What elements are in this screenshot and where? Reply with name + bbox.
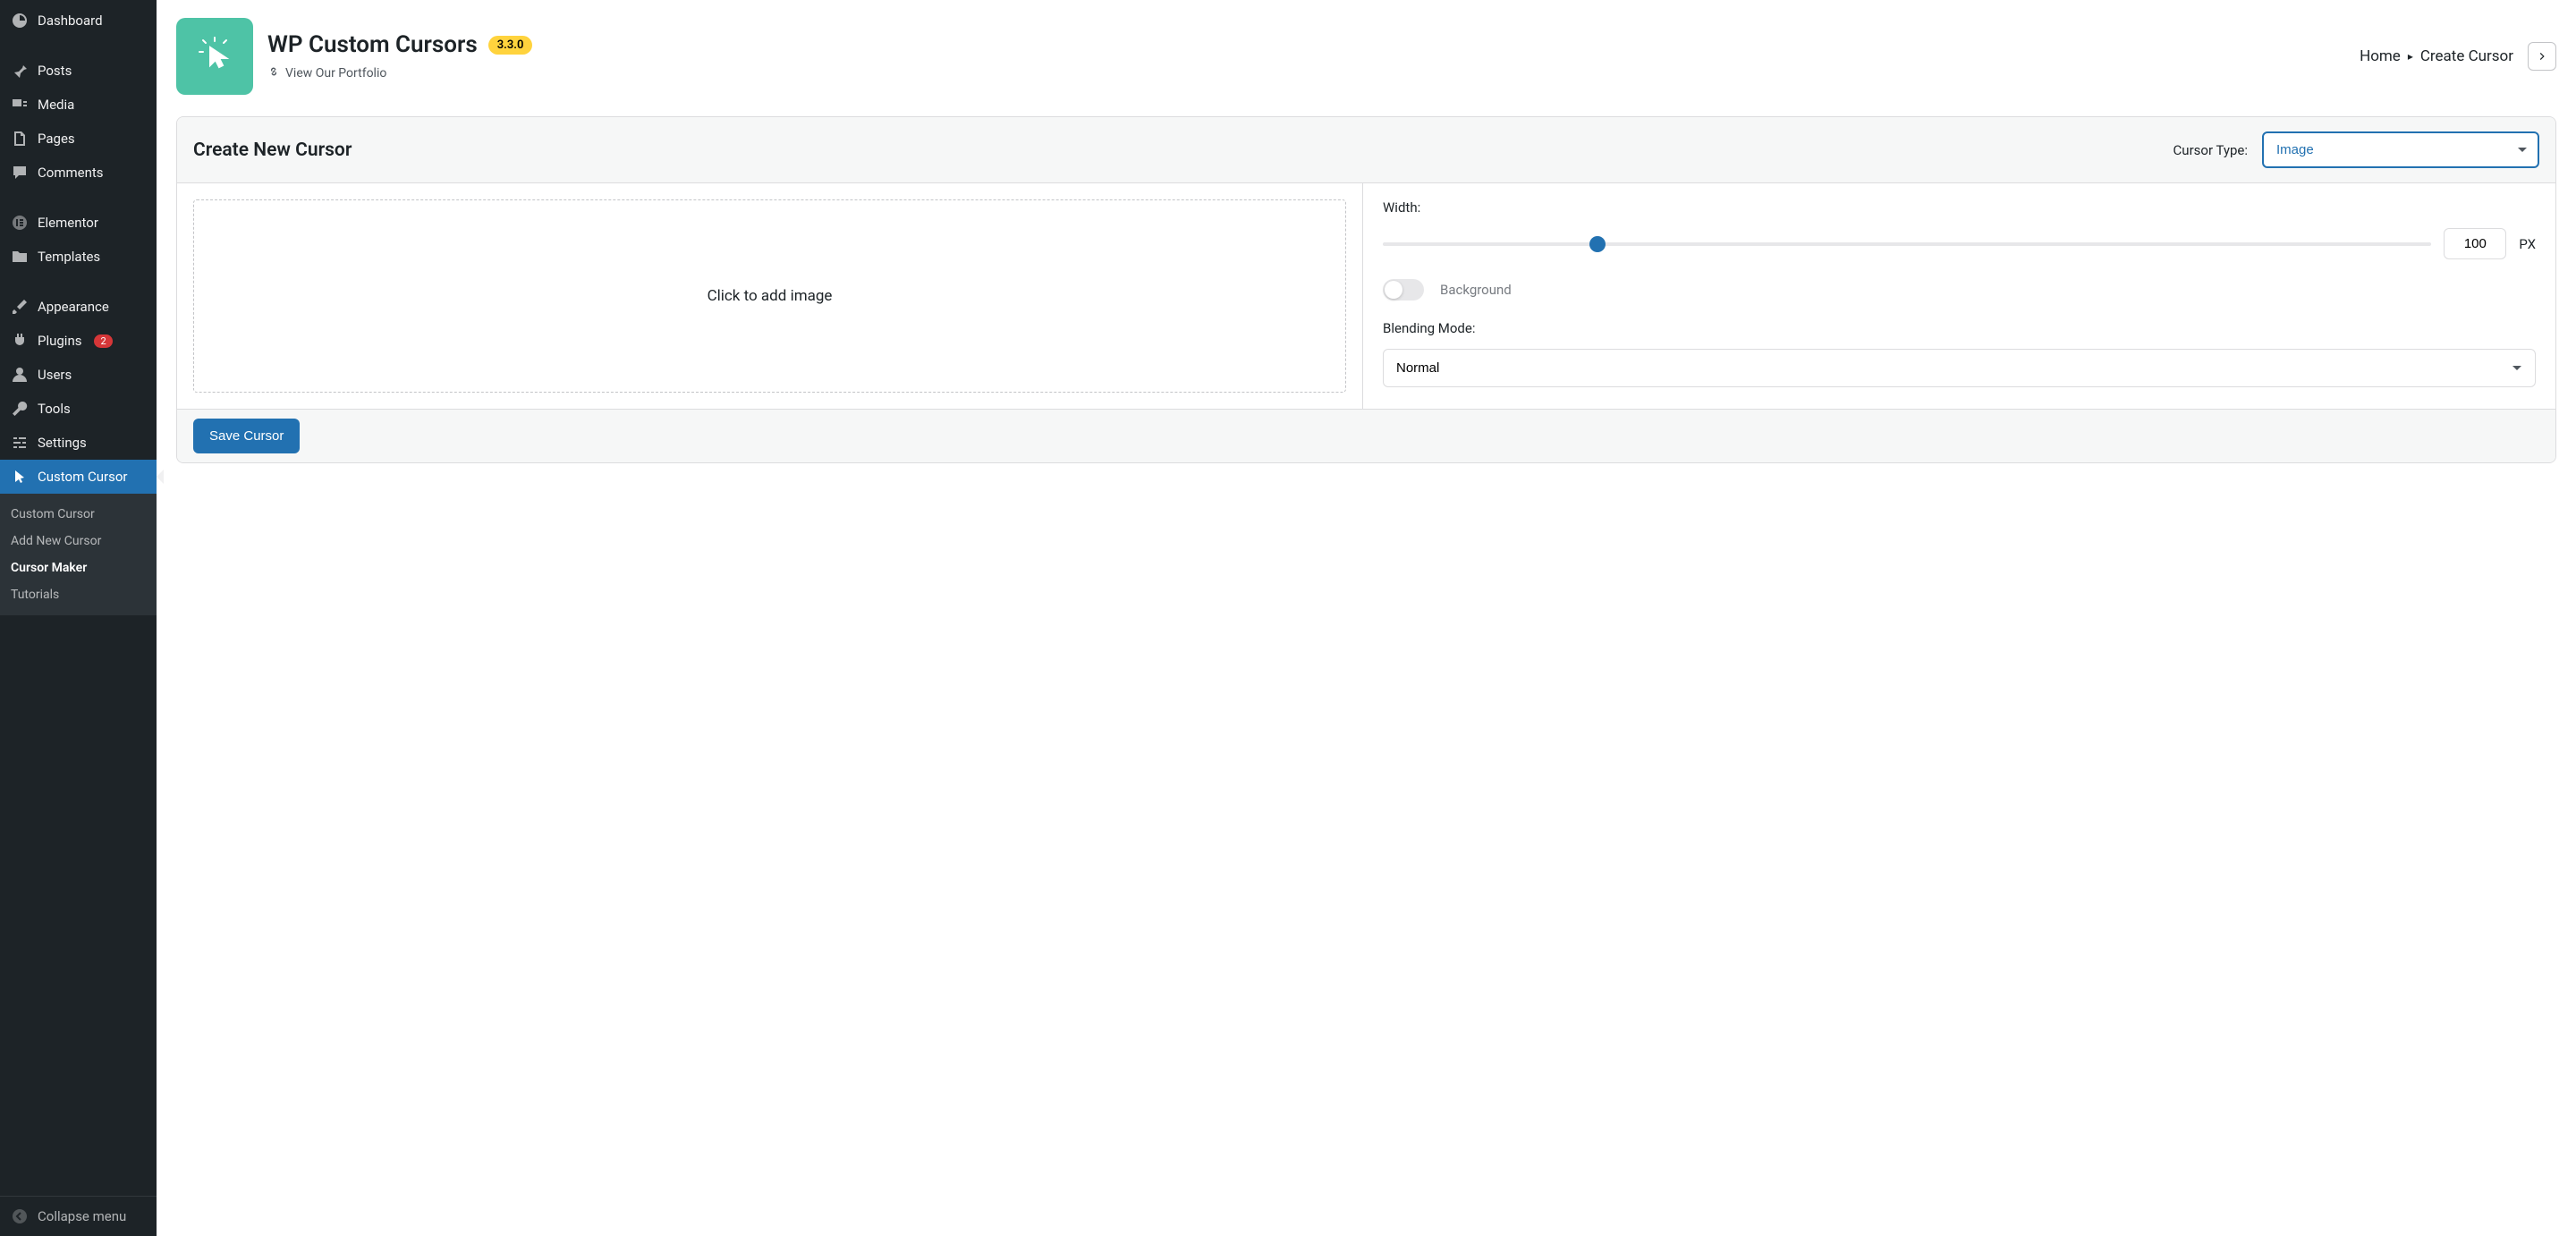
admin-sidebar: Dashboard Posts Media Pages Comments Ele…	[0, 0, 157, 1236]
next-button[interactable]	[2528, 42, 2556, 71]
menu-label: Pages	[38, 131, 75, 147]
image-placeholder-text: Click to add image	[708, 287, 833, 305]
menu-custom-cursor[interactable]: Custom Cursor	[0, 460, 157, 494]
menu-tools[interactable]: Tools	[0, 392, 157, 426]
menu-settings[interactable]: Settings	[0, 426, 157, 460]
page-icon	[11, 130, 29, 148]
media-icon	[11, 96, 29, 114]
image-panel: Click to add image	[177, 183, 1363, 409]
width-label: Width:	[1383, 199, 2536, 216]
pin-icon	[11, 62, 29, 80]
collapse-icon	[11, 1207, 29, 1225]
link-icon	[267, 65, 280, 81]
dashboard-icon	[11, 12, 29, 30]
menu-label: Tools	[38, 401, 71, 417]
plugins-badge: 2	[94, 334, 112, 348]
brush-icon	[11, 298, 29, 316]
width-slider[interactable]	[1383, 242, 2431, 246]
submenu-tutorials[interactable]: Tutorials	[0, 581, 157, 608]
toggle-knob	[1385, 281, 1402, 299]
background-toggle[interactable]	[1383, 279, 1424, 301]
card-title: Create New Cursor	[193, 140, 352, 161]
submenu: Custom Cursor Add New Cursor Cursor Make…	[0, 494, 157, 615]
blend-label: Blending Mode:	[1383, 320, 2536, 336]
folder-icon	[11, 248, 29, 266]
page-title: WP Custom Cursors	[267, 31, 478, 58]
menu-dashboard[interactable]: Dashboard	[0, 4, 157, 38]
menu-label: Dashboard	[38, 13, 103, 29]
settings-panel: Width: PX Background Blending Mode:	[1363, 183, 2555, 409]
cursor-card: Create New Cursor Cursor Type: Image Cli…	[176, 116, 2556, 463]
menu-posts[interactable]: Posts	[0, 54, 157, 88]
menu-label: Posts	[38, 63, 72, 79]
submenu-cursor-maker[interactable]: Cursor Maker	[0, 555, 157, 581]
page-header: WP Custom Cursors 3.3.0 View Our Portfol…	[176, 18, 2556, 95]
save-button[interactable]: Save Cursor	[193, 419, 300, 453]
plugin-logo	[176, 18, 253, 95]
menu-label: Custom Cursor	[38, 469, 127, 485]
collapse-label: Collapse menu	[38, 1208, 126, 1224]
elementor-icon	[11, 214, 29, 232]
cursor-type-select[interactable]: Image	[2262, 131, 2539, 168]
main-content: WP Custom Cursors 3.3.0 View Our Portfol…	[157, 0, 2576, 1236]
menu-label: Plugins	[38, 333, 81, 349]
breadcrumb-current: Create Cursor	[2420, 47, 2513, 65]
portfolio-label: View Our Portfolio	[285, 66, 386, 80]
breadcrumb: Home ▸ Create Cursor	[2360, 42, 2556, 71]
menu-appearance[interactable]: Appearance	[0, 290, 157, 324]
menu-templates[interactable]: Templates	[0, 240, 157, 274]
width-input[interactable]	[2444, 228, 2506, 259]
cursor-type-label: Cursor Type:	[2174, 142, 2248, 158]
chevron-right-icon: ▸	[2408, 50, 2413, 63]
card-footer: Save Cursor	[177, 409, 2555, 462]
user-icon	[11, 366, 29, 384]
menu-users[interactable]: Users	[0, 358, 157, 392]
cursor-icon	[11, 468, 29, 486]
menu-label: Users	[38, 367, 72, 383]
menu-plugins[interactable]: Plugins 2	[0, 324, 157, 358]
image-dropzone[interactable]: Click to add image	[193, 199, 1346, 393]
menu-label: Settings	[38, 435, 87, 451]
collapse-menu[interactable]: Collapse menu	[0, 1196, 157, 1236]
menu-media[interactable]: Media	[0, 88, 157, 122]
menu-comments[interactable]: Comments	[0, 156, 157, 190]
background-label: Background	[1440, 282, 1512, 298]
portfolio-link[interactable]: View Our Portfolio	[267, 65, 532, 81]
comment-icon	[11, 164, 29, 182]
menu-pages[interactable]: Pages	[0, 122, 157, 156]
wrench-icon	[11, 400, 29, 418]
menu-label: Comments	[38, 165, 104, 181]
menu-label: Elementor	[38, 215, 98, 231]
breadcrumb-home[interactable]: Home	[2360, 47, 2401, 65]
blend-select[interactable]: Normal	[1383, 349, 2536, 387]
card-header: Create New Cursor Cursor Type: Image	[177, 117, 2555, 183]
menu-label: Appearance	[38, 299, 109, 315]
submenu-custom-cursor[interactable]: Custom Cursor	[0, 501, 157, 528]
version-badge: 3.3.0	[488, 36, 533, 55]
menu-elementor[interactable]: Elementor	[0, 206, 157, 240]
menu-label: Templates	[38, 249, 100, 265]
width-unit: PX	[2519, 236, 2536, 252]
submenu-add-new[interactable]: Add New Cursor	[0, 528, 157, 555]
menu-label: Media	[38, 97, 74, 113]
plug-icon	[11, 332, 29, 350]
sliders-icon	[11, 434, 29, 452]
